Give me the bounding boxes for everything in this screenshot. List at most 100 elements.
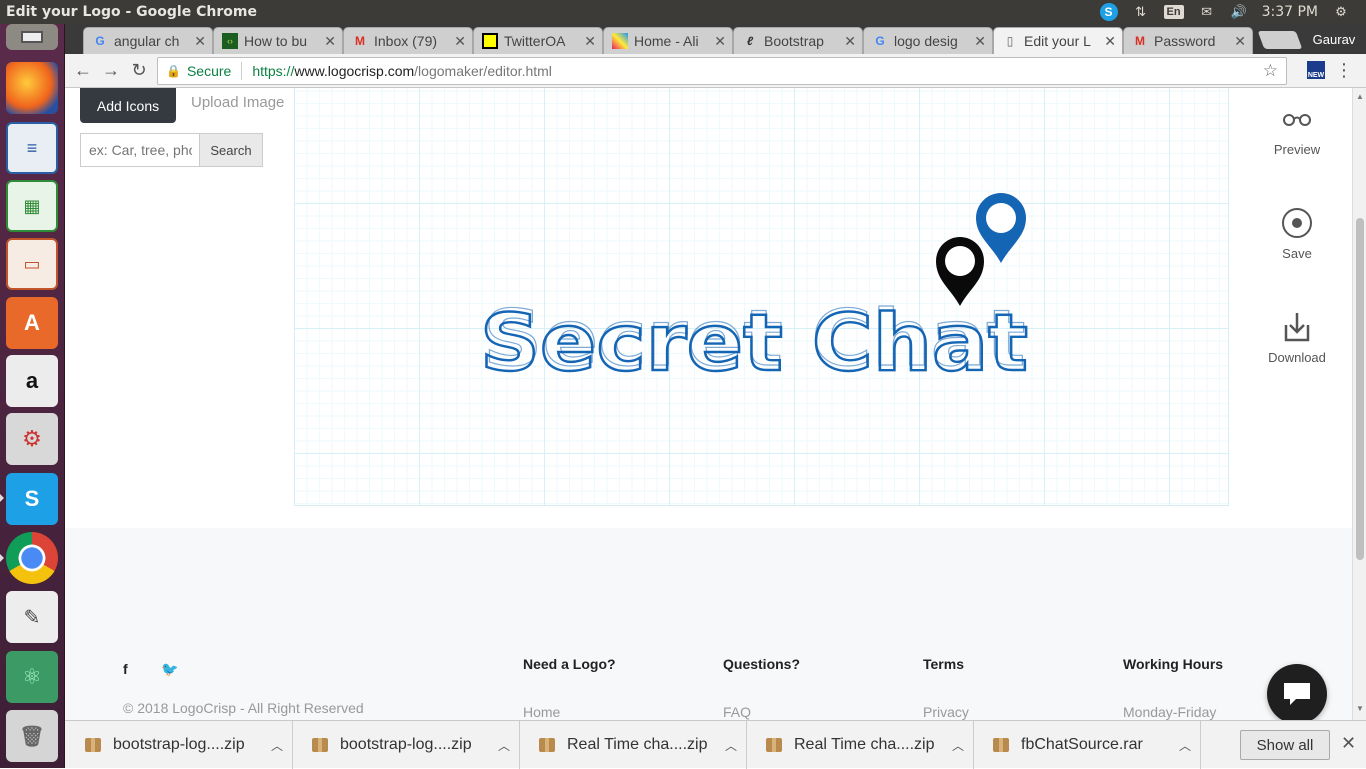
- download-item[interactable]: Real Time cha....zip ︿: [519, 721, 747, 769]
- keyboard-layout-indicator[interactable]: En: [1163, 5, 1184, 19]
- os-top-panel: Edit your Logo - Google Chrome S ⇅ En ✉ …: [0, 0, 1366, 24]
- tab-strip: G angular ch ✕ ‹› How to bu ✕ M Inbox (7…: [65, 24, 1366, 54]
- scroll-thumb[interactable]: [1356, 218, 1364, 560]
- logo-artwork[interactable]: Secret Chat Secret Chat: [480, 188, 1040, 378]
- preview-action[interactable]: Preview: [1255, 102, 1339, 157]
- chrome-launcher-icon[interactable]: [6, 532, 58, 584]
- trash-launcher-icon[interactable]: 🗑: [6, 710, 58, 762]
- footer-link-home[interactable]: Home: [523, 704, 560, 720]
- tab-title: TwitterOA: [504, 33, 566, 49]
- url-scheme: https://: [252, 63, 295, 79]
- add-icons-button[interactable]: Add Icons: [80, 88, 176, 123]
- tab[interactable]: G logo desig ✕: [863, 27, 993, 54]
- chevron-up-icon[interactable]: ︿: [952, 737, 964, 754]
- chevron-up-icon[interactable]: ︿: [1179, 737, 1191, 754]
- impress-launcher-icon[interactable]: ▭: [6, 238, 58, 290]
- scroll-up-arrow-icon[interactable]: ▲: [1356, 92, 1364, 101]
- google-icon: G: [875, 34, 885, 48]
- logo-canvas[interactable]: Secret Chat Secret Chat: [294, 88, 1229, 506]
- settings-launcher-icon[interactable]: ⚙: [6, 413, 58, 465]
- firefox-launcher-icon[interactable]: [6, 62, 58, 114]
- tab[interactable]: ℓ Bootstrap ✕: [733, 27, 863, 54]
- footer-column-title: Need a Logo?: [523, 656, 616, 672]
- clock[interactable]: 3:37 PM: [1262, 4, 1318, 20]
- download-item[interactable]: bootstrap-log....zip ︿: [292, 721, 520, 769]
- scroll-down-arrow-icon[interactable]: ▼: [1356, 704, 1364, 713]
- tab-active[interactable]: ▯ Edit your L ✕: [993, 27, 1123, 54]
- running-indicator: [0, 494, 4, 502]
- archive-icon: [85, 738, 101, 752]
- close-icon[interactable]: ✕: [974, 33, 986, 50]
- amazon-launcher-icon[interactable]: a: [6, 355, 58, 407]
- reload-icon[interactable]: ↻: [125, 57, 153, 85]
- software-center-launcher-icon[interactable]: A: [6, 297, 58, 349]
- close-icon[interactable]: ✕: [844, 33, 856, 50]
- download-item[interactable]: bootstrap-log....zip ︿: [65, 721, 293, 769]
- footer-link-privacy[interactable]: Privacy: [923, 704, 969, 720]
- close-icon[interactable]: ✕: [324, 33, 336, 50]
- network-icon[interactable]: ⇅: [1132, 4, 1150, 20]
- skype-tray-icon[interactable]: S: [1099, 3, 1118, 21]
- tab-title: angular ch: [114, 33, 180, 49]
- extension-icon[interactable]: NEW: [1307, 61, 1325, 79]
- chrome-menu-icon[interactable]: ⋮: [1335, 60, 1353, 81]
- close-icon[interactable]: ✕: [454, 33, 466, 50]
- tab[interactable]: M Password ✕: [1123, 27, 1253, 54]
- tab-title: Edit your L: [1024, 33, 1091, 49]
- files-launcher-icon[interactable]: [6, 24, 58, 50]
- mail-icon[interactable]: ✉: [1198, 4, 1216, 20]
- chevron-up-icon[interactable]: ︿: [271, 737, 283, 754]
- upload-image-tab[interactable]: Upload Image: [191, 94, 284, 111]
- tab[interactable]: G angular ch ✕: [83, 27, 213, 54]
- page-scrollbar[interactable]: ▲ ▼: [1352, 88, 1366, 720]
- tab[interactable]: M Inbox (79) ✕: [343, 27, 473, 54]
- footer-working-hours: Monday-Friday: [1123, 704, 1217, 720]
- forward-arrow-icon[interactable]: →: [97, 57, 125, 85]
- bookmark-star-icon[interactable]: ☆: [1263, 61, 1278, 81]
- skype-launcher-icon[interactable]: S: [6, 473, 58, 525]
- chevron-up-icon[interactable]: ︿: [725, 737, 737, 754]
- footer-link-faq[interactable]: FAQ: [723, 704, 751, 720]
- facebook-icon[interactable]: f: [123, 661, 128, 677]
- profile-button[interactable]: Gaurav: [1302, 27, 1366, 51]
- tab[interactable]: TwitterOA ✕: [473, 27, 603, 54]
- close-icon[interactable]: ✕: [1234, 33, 1246, 50]
- browser-window: G angular ch ✕ ‹› How to bu ✕ M Inbox (7…: [65, 24, 1366, 769]
- divider: [241, 62, 243, 80]
- script-icon: ℓ: [746, 34, 754, 48]
- tab[interactable]: Home - Ali ✕: [603, 27, 733, 54]
- chat-bubble-icon: [1284, 683, 1310, 705]
- close-icon[interactable]: ✕: [584, 33, 596, 50]
- close-icon[interactable]: ✕: [194, 33, 206, 50]
- unity-launcher: ≡ ▦ ▭ A a ⚙ S ✎ ⚛ 🗑: [0, 24, 65, 768]
- download-action[interactable]: Download: [1255, 310, 1339, 365]
- calc-launcher-icon[interactable]: ▦: [6, 180, 58, 232]
- logo-text-inline-stroke: Secret Chat: [483, 294, 1026, 378]
- download-item[interactable]: Real Time cha....zip ︿: [746, 721, 974, 769]
- show-all-downloads-button[interactable]: Show all: [1240, 730, 1330, 760]
- save-action[interactable]: Save: [1255, 206, 1339, 261]
- icon-search-input[interactable]: [80, 133, 200, 167]
- volume-icon[interactable]: 🔊: [1230, 4, 1248, 20]
- qr-icon: [482, 33, 498, 49]
- live-chat-button[interactable]: [1267, 664, 1327, 720]
- secure-label: Secure: [186, 63, 232, 79]
- new-tab-button[interactable]: [1257, 31, 1303, 49]
- power-gear-icon[interactable]: ⚙: [1332, 4, 1350, 20]
- twitter-icon[interactable]: 🐦: [161, 661, 178, 678]
- writer-launcher-icon[interactable]: ≡: [6, 122, 58, 174]
- close-icon[interactable]: ✕: [714, 33, 726, 50]
- archive-icon: [539, 738, 555, 752]
- close-icon[interactable]: ✕: [1341, 733, 1356, 754]
- tab[interactable]: ‹› How to bu ✕: [213, 27, 343, 54]
- search-button[interactable]: Search: [199, 133, 263, 167]
- close-icon[interactable]: ✕: [1104, 33, 1116, 50]
- page-icon: ▯: [1006, 34, 1014, 48]
- chevron-up-icon[interactable]: ︿: [498, 737, 510, 754]
- address-bar[interactable]: 🔒 Secure https:// www.logocrisp.com /log…: [157, 57, 1287, 85]
- download-item[interactable]: fbChatSource.rar ︿: [973, 721, 1201, 769]
- back-arrow-icon[interactable]: ←: [69, 57, 97, 85]
- atom-launcher-icon[interactable]: ⚛: [6, 651, 58, 703]
- text-editor-launcher-icon[interactable]: ✎: [6, 591, 58, 643]
- tab-title: Home - Ali: [634, 33, 699, 49]
